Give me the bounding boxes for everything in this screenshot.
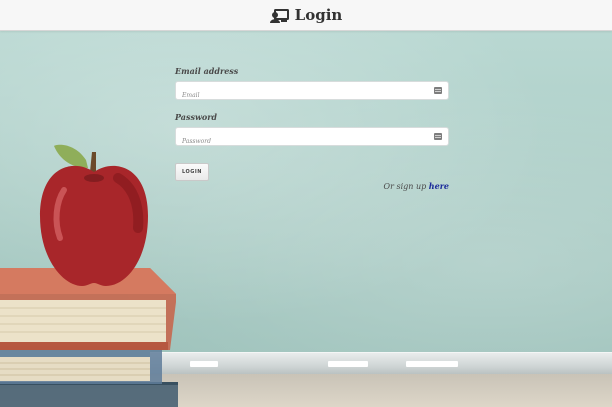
background-scene	[0, 0, 612, 407]
page-title-text: Login	[294, 6, 343, 24]
id-card-icon[interactable]	[434, 133, 442, 140]
password-input[interactable]	[176, 133, 432, 150]
signup-prefix: Or sign up	[383, 182, 427, 191]
email-input[interactable]	[176, 87, 432, 104]
signup-link[interactable]: here	[429, 181, 449, 191]
chalk-tray	[150, 352, 612, 375]
login-form: Email address Password LOGIN	[175, 66, 449, 181]
chalk-piece	[190, 361, 218, 367]
apple-image	[40, 144, 148, 286]
password-field-wrapper	[175, 127, 449, 150]
chalk-piece	[406, 361, 458, 367]
email-field-wrapper	[175, 81, 449, 104]
login-button[interactable]: LOGIN	[175, 163, 209, 181]
page-title: Login	[269, 6, 343, 24]
user-card-icon	[269, 8, 290, 23]
email-label: Email address	[175, 66, 239, 76]
signup-prompt: Or sign up here	[175, 181, 449, 191]
id-card-icon[interactable]	[434, 87, 442, 94]
chalk-piece	[328, 361, 368, 367]
top-navbar: Login	[0, 0, 612, 31]
password-label: Password	[175, 112, 218, 122]
